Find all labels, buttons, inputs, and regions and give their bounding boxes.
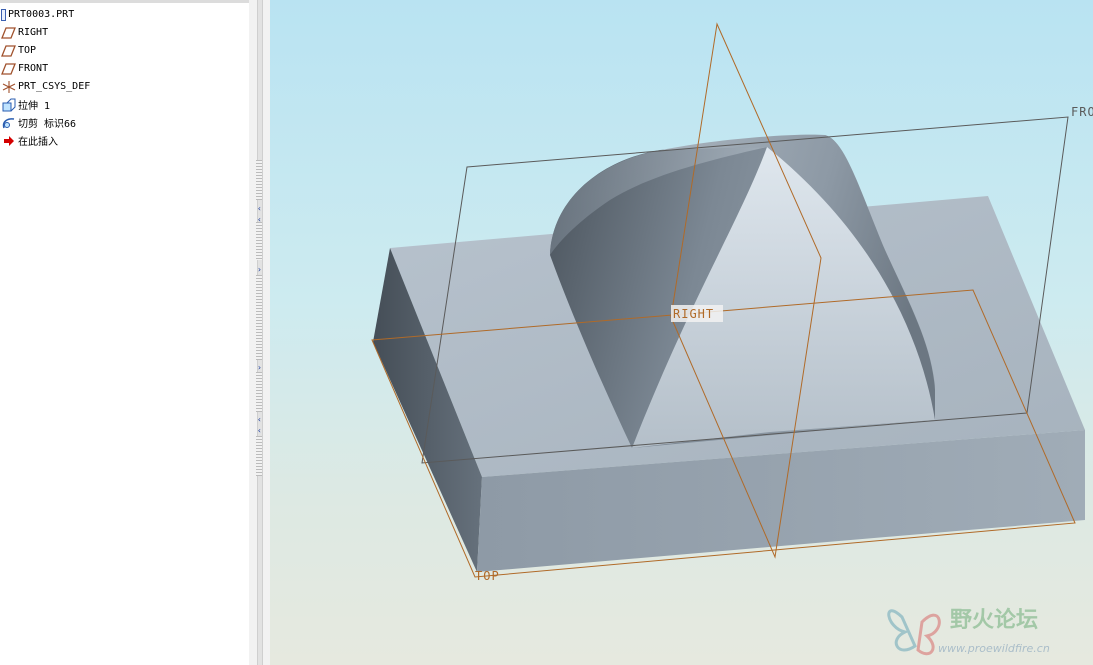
extrude-icon [0, 97, 18, 113]
right-datum-label[interactable]: RIGHT [673, 307, 714, 321]
tree-item-extrude[interactable]: 拉伸 1 [0, 96, 50, 113]
tree-item-label: 拉伸 1 [18, 101, 51, 112]
tree-item-label: PRT_CSYS_DEF [18, 81, 91, 92]
butterfly-logo-icon [887, 609, 941, 656]
splitter-grip[interactable] [256, 160, 262, 200]
insert-here-arrow-icon [0, 133, 18, 149]
tree-item-label: TOP [18, 45, 37, 56]
part-icon [0, 7, 8, 23]
watermark-name: 野火论坛 [950, 607, 1038, 633]
tree-item-label: FRONT [18, 63, 49, 74]
splitter-grip[interactable] [256, 372, 262, 412]
tree-item-sweep-cut[interactable]: 切剪 标识66 [0, 114, 76, 131]
tree-item-csys[interactable]: PRT_CSYS_DEF [0, 78, 90, 95]
forum-watermark: 野火论坛 www.proewildfire.cn [887, 607, 1050, 656]
tree-item-label: RIGHT [18, 27, 49, 38]
datum-plane-icon [0, 25, 18, 41]
tree-item-insert-here[interactable]: 在此插入 [0, 132, 58, 149]
splitter-grip[interactable] [256, 222, 262, 260]
expand-right-icon[interactable]: › [257, 364, 262, 372]
tree-item-label: 在此插入 [18, 137, 58, 148]
tree-top-border [0, 0, 249, 3]
expand-right-icon[interactable]: › [257, 266, 262, 274]
graphics-viewport[interactable]: RIGHT FRONT TOP 野火论坛 www.proewildfire.cn [270, 0, 1093, 665]
tree-item-right[interactable]: RIGHT [0, 24, 48, 41]
collapse-left-icon[interactable]: ‹ [257, 427, 262, 435]
datum-plane-icon [0, 61, 18, 77]
model-tree-panel: PRT0003.PRT RIGHT TOP FRONT PRT_CSYS_DEF [0, 0, 250, 665]
tree-root-node[interactable]: PRT0003.PRT [0, 6, 74, 23]
tree-item-label: 切剪 标识66 [18, 119, 77, 130]
top-datum-label[interactable]: TOP [475, 569, 500, 583]
sweep-cut-icon [0, 115, 18, 131]
tree-root-label: PRT0003.PRT [8, 9, 75, 20]
csys-icon [0, 79, 18, 95]
tree-item-top[interactable]: TOP [0, 42, 36, 59]
watermark-url: www.proewildfire.cn [938, 642, 1050, 655]
splitter-grip[interactable] [256, 436, 262, 476]
tree-item-front[interactable]: FRONT [0, 60, 48, 77]
panel-splitter[interactable]: ‹ ‹ › › ‹ ‹ [249, 0, 270, 665]
collapse-left-icon[interactable]: ‹ [257, 205, 262, 213]
splitter-grip[interactable] [256, 275, 262, 360]
model-canvas[interactable]: RIGHT FRONT TOP 野火论坛 www.proewildfire.cn [270, 0, 1093, 665]
front-datum-label[interactable]: FRONT [1071, 105, 1093, 119]
collapse-left-icon[interactable]: ‹ [257, 416, 262, 424]
datum-plane-icon [0, 43, 18, 59]
